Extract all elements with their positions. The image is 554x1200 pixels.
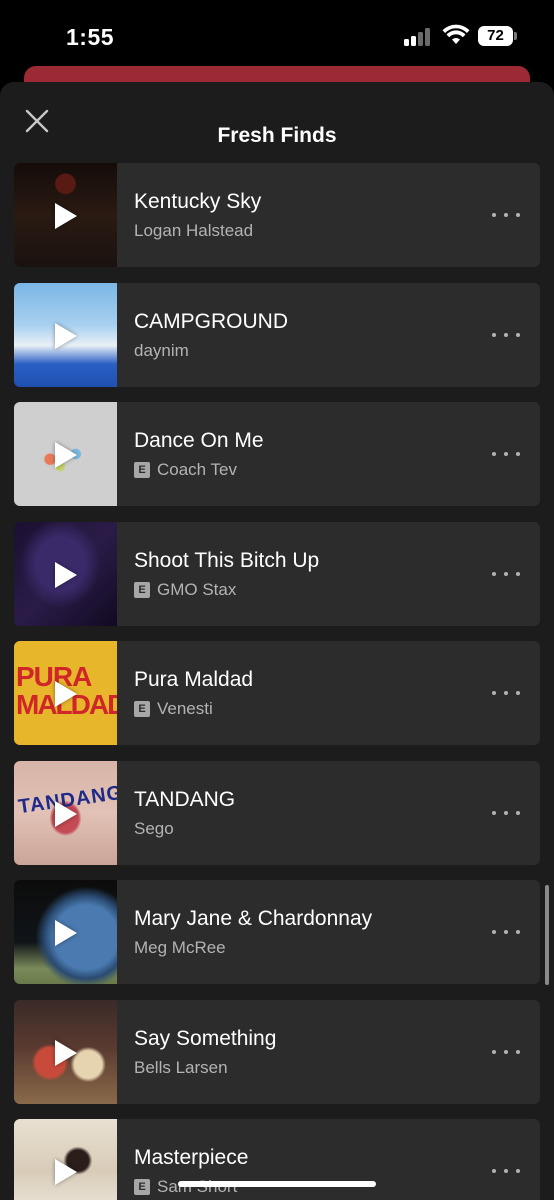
track-card[interactable]: Kentucky Sky Logan Halstead [14, 163, 540, 267]
album-art [14, 880, 117, 984]
track-title: TANDANG [134, 787, 236, 811]
explicit-badge: E [134, 462, 150, 478]
sheet-title: Fresh Finds [217, 124, 337, 147]
more-options-icon[interactable] [492, 805, 520, 821]
status-bar: 1:55 72 [0, 0, 554, 70]
track-artist-row: E Sam Short [134, 1177, 237, 1197]
explicit-badge: E [134, 701, 150, 717]
play-icon[interactable] [55, 561, 77, 588]
track-title: Dance On Me [134, 429, 264, 452]
album-art [14, 1119, 117, 1200]
track-card[interactable]: Dance On Me E Coach Tev [14, 402, 540, 506]
play-icon[interactable] [55, 920, 77, 946]
track-card[interactable]: Shoot This Bitch Up E GMO Stax [14, 521, 540, 626]
track-artist-row: Bells Larsen [134, 1058, 228, 1078]
more-options-icon[interactable] [492, 1163, 520, 1179]
track-title: Masterpiece [134, 1146, 249, 1169]
album-art [14, 521, 117, 626]
more-options-icon[interactable] [492, 1044, 520, 1060]
track-artist: Logan Halstead [134, 221, 254, 240]
track-title: CAMPGROUND [134, 309, 289, 333]
track-card[interactable]: TANDANG TANDANG Sego [14, 760, 540, 865]
track-artist-row: daynim [134, 341, 189, 361]
wifi-icon [442, 24, 470, 44]
track-artist-row: E GMO Stax [134, 580, 236, 600]
album-art [14, 999, 117, 1104]
battery-level: 72 [478, 26, 513, 46]
explicit-badge: E [134, 581, 150, 598]
track-artist-row: Meg McRee [134, 938, 226, 958]
track-title: Pura Maldad [134, 668, 254, 691]
play-icon[interactable] [55, 681, 77, 707]
track-card[interactable]: Mary Jane & Chardonnay Meg McRee [14, 880, 540, 984]
cellular-signal-icon [404, 28, 434, 46]
track-card[interactable]: CAMPGROUND daynim [14, 282, 540, 387]
battery-icon: 72 [478, 26, 517, 46]
explicit-badge: E [134, 1179, 150, 1195]
track-artist-row: E Venesti [134, 699, 213, 719]
track-title: Mary Jane & Chardonnay [134, 907, 373, 930]
track-artist: Sego [134, 818, 174, 838]
more-options-icon[interactable] [492, 566, 520, 582]
scrollbar[interactable] [545, 885, 549, 985]
more-options-icon[interactable] [492, 446, 520, 462]
track-artist-row: Sego [134, 819, 174, 839]
more-options-icon[interactable] [492, 327, 520, 343]
album-art [14, 282, 117, 387]
track-artist: daynim [134, 340, 189, 360]
more-options-icon[interactable] [492, 685, 520, 701]
album-art: PURA MALDAD [14, 641, 117, 745]
track-artist: Coach Tev [157, 460, 238, 479]
play-icon[interactable] [55, 1159, 77, 1185]
play-icon[interactable] [55, 800, 77, 827]
track-artist: Bells Larsen [134, 1057, 228, 1077]
album-art: TANDANG [14, 760, 117, 865]
track-card[interactable]: PURA MALDAD Pura Maldad E Venesti [14, 641, 540, 745]
track-card[interactable]: Masterpiece E Sam Short [14, 1119, 540, 1200]
track-artist-row: E Coach Tev [134, 460, 237, 480]
track-artist: GMO Stax [157, 579, 237, 599]
track-artist: Meg McRee [134, 938, 226, 957]
track-card[interactable]: Say Something Bells Larsen [14, 999, 540, 1104]
album-art [14, 402, 117, 506]
home-indicator[interactable] [178, 1181, 376, 1187]
track-artist: Sam Short [157, 1177, 237, 1196]
track-artist-row: Logan Halstead [134, 221, 253, 241]
track-title: Say Something [134, 1026, 277, 1050]
play-icon[interactable] [55, 322, 77, 349]
track-title: Kentucky Sky [134, 190, 262, 213]
track-title: Shoot This Bitch Up [134, 548, 320, 572]
more-options-icon[interactable] [492, 924, 520, 940]
album-art [14, 163, 117, 267]
status-time: 1:55 [66, 24, 115, 50]
more-options-icon[interactable] [492, 207, 520, 223]
play-icon[interactable] [55, 442, 77, 468]
track-artist: Venesti [157, 699, 213, 718]
play-icon[interactable] [55, 1039, 77, 1066]
play-icon[interactable] [55, 203, 77, 229]
fresh-finds-sheet: Fresh Finds Kentucky Sky Logan Halstead … [0, 82, 554, 1200]
